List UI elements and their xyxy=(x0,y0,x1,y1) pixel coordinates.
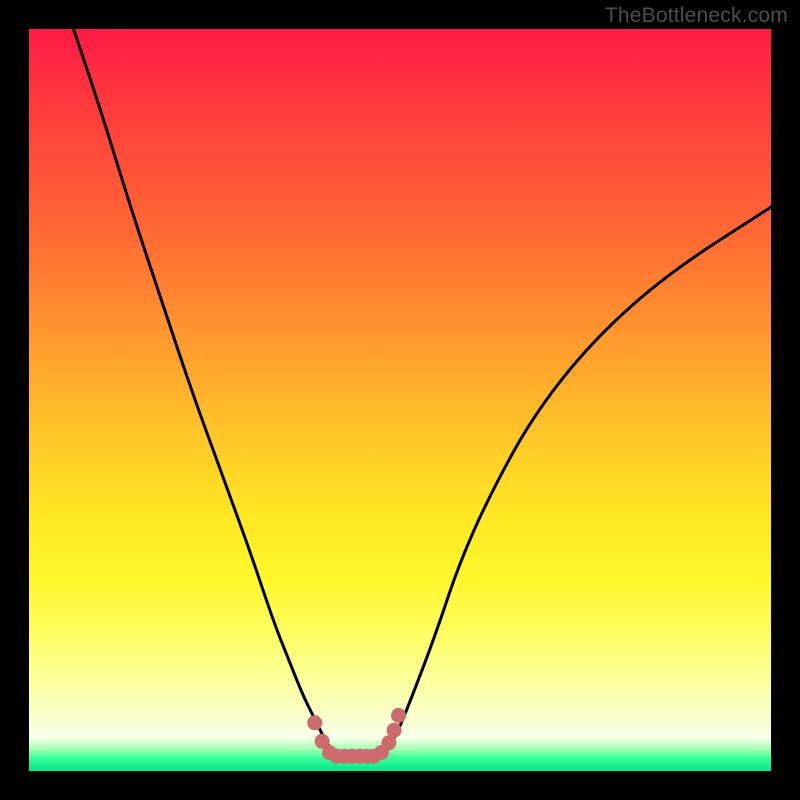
marker-dot xyxy=(307,715,322,730)
marker-dot xyxy=(391,708,406,723)
plot-area xyxy=(29,29,771,771)
chart-frame: TheBottleneck.com xyxy=(0,0,800,800)
chart-svg xyxy=(29,29,771,771)
minimum-marker xyxy=(307,708,406,764)
bottleneck-curve xyxy=(74,29,772,756)
marker-dot xyxy=(387,723,402,738)
watermark-text: TheBottleneck.com xyxy=(605,4,788,28)
